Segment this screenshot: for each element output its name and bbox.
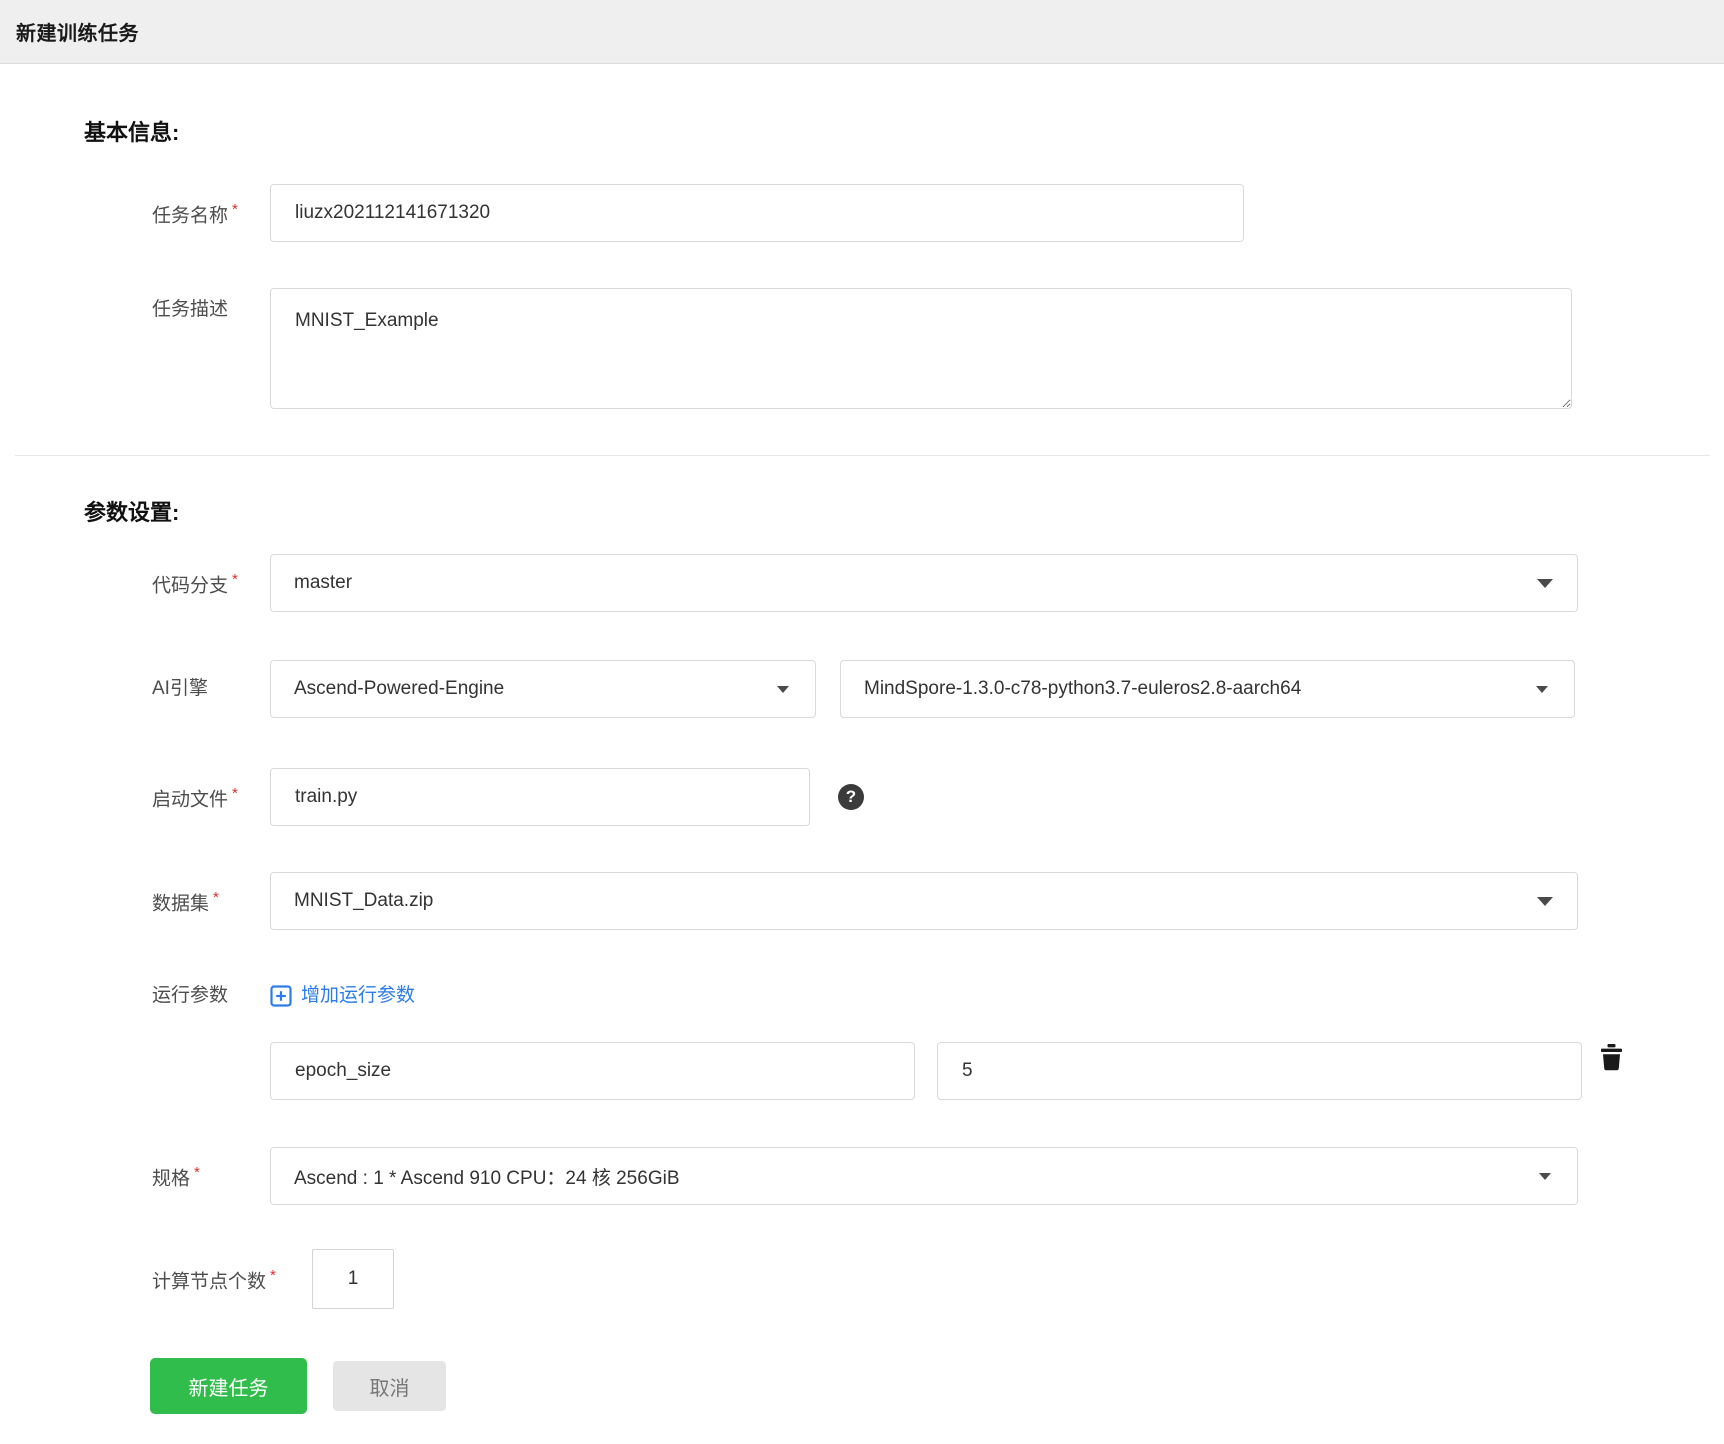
page-header: 新建训练任务 [0, 0, 1724, 64]
add-run-param-label: 增加运行参数 [301, 985, 416, 1006]
caret-down-icon[interactable] [1537, 897, 1553, 906]
boot-file-label: 启动文件 * [152, 784, 238, 811]
required-asterisk: * [232, 784, 238, 802]
dataset-value: MNIST_Data.zip [294, 890, 434, 911]
spec-select[interactable]: Ascend : 1 * Ascend 910 CPU：24 核 256GiB [270, 1147, 1578, 1205]
code-branch-label: 代码分支 * [152, 570, 238, 597]
required-asterisk: * [270, 1266, 276, 1284]
task-description-label: 任务描述 [152, 299, 229, 320]
create-task-button[interactable]: 新建任务 [150, 1358, 307, 1414]
caret-down-icon[interactable] [1536, 686, 1548, 693]
task-name-label: 任务名称 * [152, 200, 238, 227]
question-circle-icon[interactable]: ? [838, 784, 864, 810]
spec-value: Ascend : 1 * Ascend 910 CPU：24 核 256GiB [294, 1167, 680, 1189]
form-row-spec: 规格 * Ascend : 1 * Ascend 910 CPU：24 核 256… [152, 1147, 1724, 1205]
run-params-label: 运行参数 [152, 985, 229, 1006]
trash-icon[interactable] [1600, 1044, 1623, 1071]
form-row-code-branch: 代码分支 * master [152, 554, 1724, 612]
form-row-dataset: 数据集 * MNIST_Data.zip [152, 872, 1724, 930]
code-branch-select[interactable]: master [270, 554, 1578, 612]
form-actions: 新建任务 取消 [150, 1358, 1724, 1444]
ai-engine-version-select[interactable]: MindSpore-1.3.0-c78-python3.7-euleros2.8… [840, 660, 1575, 718]
plus-square-icon[interactable] [270, 985, 292, 1007]
task-name-input[interactable] [270, 184, 1244, 242]
form-row-ai-engine: AI引擎 Ascend-Powered-Engine MindSpore-1.3… [152, 660, 1724, 718]
required-asterisk: * [232, 570, 238, 588]
node-count-input[interactable] [312, 1249, 394, 1309]
form-row-node-count: 计算节点个数 * [152, 1249, 1724, 1309]
cancel-button[interactable]: 取消 [333, 1361, 446, 1411]
delete-run-param-button[interactable] [1600, 1044, 1623, 1071]
dataset-select[interactable]: MNIST_Data.zip [270, 872, 1578, 930]
caret-down-icon[interactable] [777, 686, 789, 693]
code-branch-value: master [294, 572, 353, 593]
ai-engine-select[interactable]: Ascend-Powered-Engine [270, 660, 816, 718]
required-asterisk: * [194, 1163, 200, 1181]
ai-engine-version-value: MindSpore-1.3.0-c78-python3.7-euleros2.8… [864, 678, 1302, 699]
task-description-textarea[interactable]: MNIST_Example [270, 288, 1572, 409]
boot-file-input[interactable] [270, 768, 810, 826]
form-row-boot-file: 启动文件* ? [152, 768, 1724, 826]
form-row-task-name: 任务名称 * [152, 184, 1724, 242]
required-asterisk: * [213, 888, 219, 906]
caret-down-icon[interactable] [1539, 1173, 1551, 1180]
run-param-value-input[interactable] [937, 1042, 1582, 1100]
run-param-key-input[interactable] [270, 1042, 915, 1100]
form-row-task-description: 任务描述 MNIST_Example [152, 288, 1724, 409]
add-run-param-link[interactable]: 增加运行参数 [270, 982, 415, 1010]
section-heading-parameter-settings: 参数设置: [84, 500, 180, 525]
node-count-label: 计算节点个数 * [152, 1266, 276, 1293]
page-title: 新建训练任务 [16, 23, 139, 45]
form-row-run-params: 运行参数 增加运行参数 [152, 982, 1724, 1010]
ai-engine-label: AI引擎 [152, 678, 208, 699]
dataset-label: 数据集 * [152, 888, 219, 915]
ai-engine-value: Ascend-Powered-Engine [294, 678, 505, 699]
caret-down-icon[interactable] [1537, 579, 1553, 588]
section-divider [15, 455, 1710, 456]
spec-label: 规格 * [152, 1163, 200, 1190]
required-asterisk: * [232, 200, 238, 218]
section-heading-basic-info: 基本信息: [84, 120, 180, 145]
run-param-row [152, 1042, 1724, 1100]
